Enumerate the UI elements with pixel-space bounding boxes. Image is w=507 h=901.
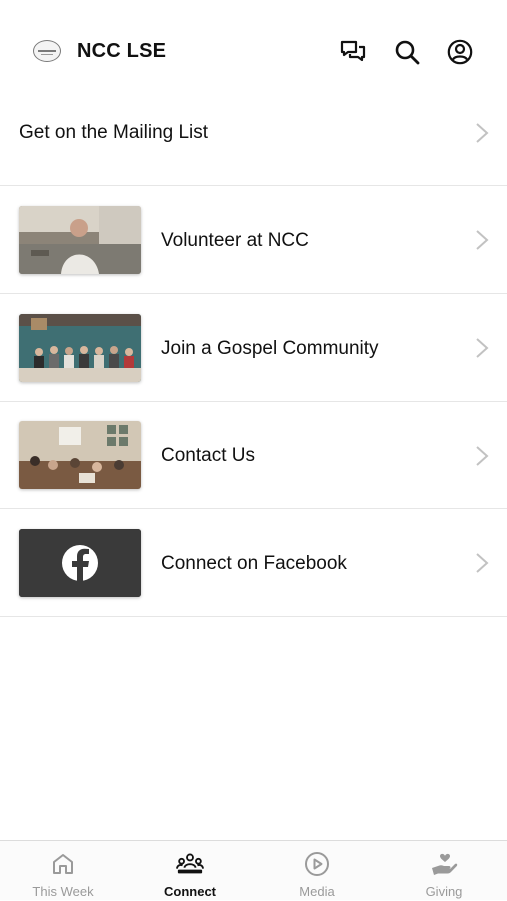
chevron-right-icon bbox=[476, 123, 489, 143]
list-item-label: Volunteer at NCC bbox=[161, 230, 309, 251]
tab-media[interactable]: Media bbox=[254, 841, 380, 901]
people-icon bbox=[176, 851, 204, 877]
app-title: NCC LSE bbox=[77, 40, 167, 62]
search-icon[interactable] bbox=[393, 38, 421, 66]
list-item-gospel-community[interactable]: Join a Gospel Community bbox=[0, 294, 507, 402]
chevron-right-icon bbox=[476, 446, 489, 466]
tab-label: This Week bbox=[32, 884, 94, 899]
tab-giving[interactable]: Giving bbox=[381, 841, 507, 901]
chevron-right-icon bbox=[476, 338, 489, 358]
tab-label: Connect bbox=[164, 884, 216, 899]
volunteer-photo bbox=[19, 206, 141, 274]
tab-label: Giving bbox=[425, 884, 463, 899]
church-logo-icon bbox=[33, 40, 61, 62]
chevron-right-icon bbox=[476, 230, 489, 250]
chat-icon[interactable] bbox=[339, 38, 367, 66]
account-icon[interactable] bbox=[446, 38, 474, 66]
bottom-tab-bar: This Week Connect Media Giving bbox=[0, 840, 507, 900]
list-item-contact-us[interactable]: Contact Us bbox=[0, 402, 507, 509]
list-item-label: Contact Us bbox=[161, 445, 255, 466]
list-item-facebook[interactable]: Connect on Facebook bbox=[0, 509, 507, 617]
tab-this-week[interactable]: This Week bbox=[0, 841, 126, 901]
giving-hand-icon bbox=[430, 851, 458, 877]
list-item-volunteer[interactable]: Volunteer at NCC bbox=[0, 186, 507, 294]
tab-label: Media bbox=[299, 884, 335, 899]
group-photo bbox=[19, 314, 141, 382]
facebook-icon bbox=[19, 529, 141, 597]
living-room-photo bbox=[19, 421, 141, 489]
list-item-label: Get on the Mailing List bbox=[19, 122, 209, 143]
tab-connect[interactable]: Connect bbox=[127, 841, 253, 901]
home-icon bbox=[49, 851, 77, 877]
list-item-label: Join a Gospel Community bbox=[161, 338, 379, 359]
list-item-mailing-list[interactable]: Get on the Mailing List bbox=[0, 80, 507, 186]
chevron-right-icon bbox=[476, 553, 489, 573]
list-item-label: Connect on Facebook bbox=[161, 553, 347, 574]
play-icon bbox=[303, 851, 331, 877]
